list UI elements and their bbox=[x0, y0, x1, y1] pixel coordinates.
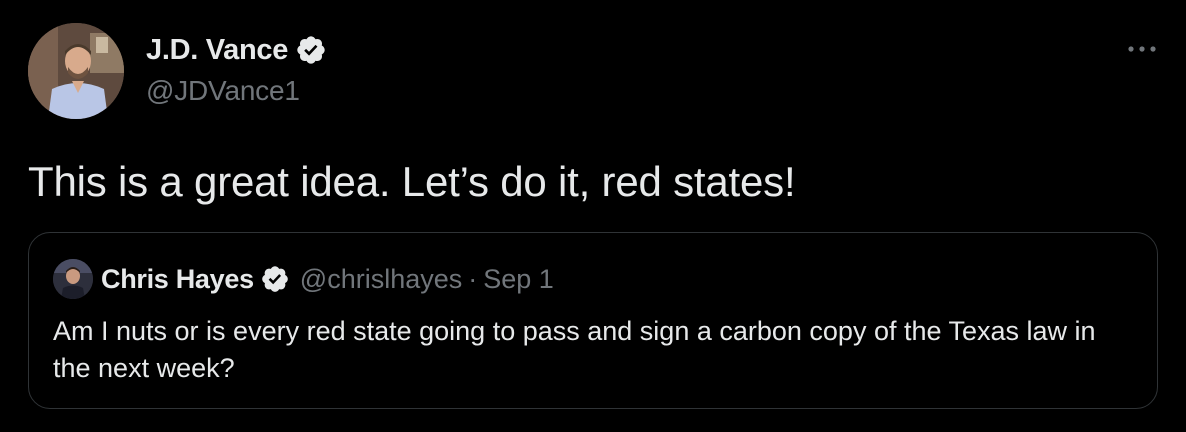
quoted-author-handle[interactable]: @chrislhayes bbox=[300, 264, 462, 295]
author-handle[interactable]: @JDVance1 bbox=[146, 75, 300, 107]
author-name[interactable]: J.D. Vance bbox=[146, 34, 288, 67]
more-horizontal-icon[interactable] bbox=[1126, 42, 1158, 56]
quoted-tweet-card[interactable]: Chris Hayes @chrislhayes · Sep 1 Am I nu… bbox=[28, 232, 1158, 409]
quoted-tweet-date[interactable]: Sep 1 bbox=[483, 264, 554, 295]
quoted-author-avatar[interactable] bbox=[53, 259, 93, 299]
quoted-tweet-header: Chris Hayes @chrislhayes · Sep 1 bbox=[101, 259, 554, 299]
tweet-text: This is a great idea. Let’s do it, red s… bbox=[28, 158, 796, 205]
tweet: J.D. Vance @JDVance1 This is a great ide… bbox=[0, 0, 1186, 432]
author-name-row: J.D. Vance bbox=[146, 30, 327, 70]
author-avatar[interactable] bbox=[28, 23, 124, 119]
quoted-tweet-text: Am I nuts or is every red state going to… bbox=[53, 316, 1096, 383]
separator-dot: · bbox=[468, 263, 478, 294]
verified-badge-icon bbox=[295, 34, 327, 66]
quoted-author-name[interactable]: Chris Hayes bbox=[101, 264, 254, 295]
verified-badge-icon bbox=[260, 264, 290, 294]
